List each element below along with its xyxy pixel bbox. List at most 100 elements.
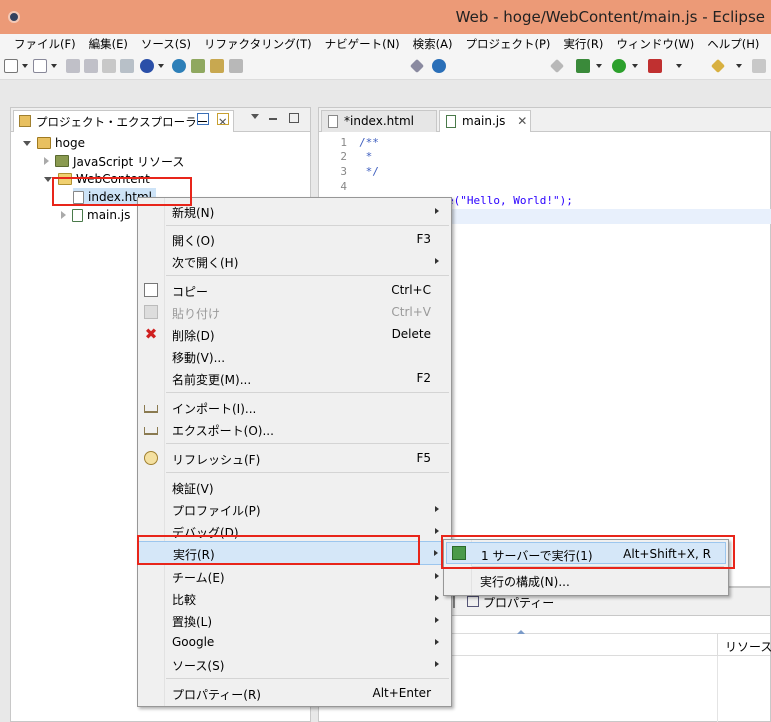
menu-navigate[interactable]: ナビゲート(N) xyxy=(325,36,400,52)
code-line[interactable]: e("Hello, World!"); xyxy=(447,194,573,209)
menu-item-copy[interactable]: コピー Ctrl+C xyxy=(138,279,451,301)
menu-item-properties[interactable]: プロパティー(R) Alt+Enter xyxy=(138,682,451,704)
menu-source[interactable]: ソース(S) xyxy=(141,36,191,52)
expand-arrow-icon[interactable] xyxy=(23,140,31,146)
tree-label: JavaScript リソース xyxy=(73,154,185,169)
gear-icon[interactable] xyxy=(191,59,205,73)
js-file-icon xyxy=(72,208,83,222)
editor-tab-bar: *index.html main.js ✕ xyxy=(319,108,771,132)
menu-item-source[interactable]: ソース(S) xyxy=(138,653,451,675)
html-file-icon xyxy=(328,115,338,128)
code-line[interactable]: 4 xyxy=(319,180,359,195)
current-line-highlight xyxy=(449,209,771,224)
server-dropdown-icon[interactable] xyxy=(158,64,164,68)
menu-file[interactable]: ファイル(F) xyxy=(14,36,76,52)
code-line[interactable]: 2 * xyxy=(319,150,372,165)
delete-icon: ✖ xyxy=(144,325,158,343)
eclipse-icon[interactable] xyxy=(8,11,20,23)
column-resource[interactable]: リソース xyxy=(725,638,771,655)
new-file-dropdown-icon[interactable] xyxy=(51,64,57,68)
tree-label: main.js xyxy=(87,208,131,222)
menu-item-compare[interactable]: 比較 xyxy=(138,587,451,609)
collapse-all-icon[interactable] xyxy=(197,113,209,125)
tab-index-html[interactable]: *index.html xyxy=(321,110,437,132)
menu-refactor[interactable]: リファクタリング(T) xyxy=(204,36,312,52)
menu-project[interactable]: プロジェクト(P) xyxy=(466,36,551,52)
save-all-icon[interactable] xyxy=(84,59,98,73)
new-file-icon[interactable] xyxy=(33,59,47,73)
menu-item-move[interactable]: 移動(V)... xyxy=(138,345,451,367)
submenu-arrow-icon xyxy=(435,639,439,645)
run-dropdown-icon[interactable] xyxy=(632,64,638,68)
submenu-arrow-icon xyxy=(435,573,439,579)
library-icon xyxy=(55,155,69,167)
code-line[interactable]: 1/** xyxy=(319,136,379,151)
menu-run[interactable]: 実行(R) xyxy=(563,36,603,52)
menu-bar: ファイル(F) 編集(E) ソース(S) リファクタリング(T) ナビゲート(N… xyxy=(0,34,771,54)
menu-item-profile[interactable]: プロファイル(P) xyxy=(138,498,451,520)
tree-item-hoge[interactable]: hoge xyxy=(23,134,85,152)
wizard-icon[interactable] xyxy=(210,59,224,73)
minimize-icon[interactable] xyxy=(269,118,277,120)
tab-main-js[interactable]: main.js ✕ xyxy=(439,110,531,132)
tree-item-main-js[interactable]: main.js xyxy=(61,206,130,224)
browser-icon[interactable] xyxy=(172,59,186,73)
menu-item-refresh[interactable]: リフレッシュ(F) F5 xyxy=(138,447,451,469)
highlight-box-run xyxy=(137,535,420,565)
menu-help[interactable]: ヘルプ(H) xyxy=(707,36,759,52)
debug-dropdown-icon[interactable] xyxy=(596,64,602,68)
submenu-arrow-icon xyxy=(435,661,439,667)
server-icon[interactable] xyxy=(140,59,154,73)
view-menu-icon[interactable] xyxy=(251,114,259,119)
link-editor-icon[interactable] xyxy=(217,113,229,125)
menu-item-google[interactable]: Google xyxy=(138,631,451,653)
menu-item-paste[interactable]: 貼り付け Ctrl+V xyxy=(138,301,451,323)
maximize-icon[interactable] xyxy=(289,113,299,123)
annotation-icon[interactable] xyxy=(549,58,565,74)
window-title: Web - hoge/WebContent/main.js - Eclipse xyxy=(455,8,765,26)
column-divider[interactable] xyxy=(717,634,718,656)
project-folder-icon xyxy=(37,137,51,149)
menu-edit[interactable]: 編集(E) xyxy=(89,36,128,52)
new-icon[interactable] xyxy=(4,59,18,73)
collapsed-arrow-icon[interactable] xyxy=(61,211,66,219)
next-annotation-icon[interactable] xyxy=(710,58,726,74)
menu-item-team[interactable]: チーム(E) xyxy=(138,565,451,587)
new-dropdown-icon[interactable] xyxy=(22,64,28,68)
menu-item-export[interactable]: エクスポート(O)... xyxy=(138,418,451,440)
save-icon[interactable] xyxy=(66,59,80,73)
search-icon[interactable] xyxy=(432,59,446,73)
submenu-arrow-icon xyxy=(435,208,439,214)
table-icon xyxy=(467,596,479,607)
menu-item-validate[interactable]: 検証(V) xyxy=(138,476,451,498)
menu-item-open-with[interactable]: 次で開く(H) xyxy=(138,250,451,272)
annotation-dropdown-icon[interactable] xyxy=(736,64,742,68)
external-dropdown-icon[interactable] xyxy=(676,64,682,68)
collapsed-arrow-icon[interactable] xyxy=(44,157,49,165)
open-type-icon[interactable] xyxy=(229,59,243,73)
bug-icon[interactable] xyxy=(576,59,590,73)
sort-arrow-icon[interactable] xyxy=(517,630,525,634)
menu-window[interactable]: ウィンドウ(W) xyxy=(616,36,694,52)
run-icon[interactable] xyxy=(612,59,626,73)
debug-pen-icon[interactable] xyxy=(409,58,425,74)
close-icon[interactable]: ✕ xyxy=(517,114,527,128)
context-menu: 新規(N) 開く(O) F3 次で開く(H) コピー Ctrl+C 貼り付け Ctrl… xyxy=(137,197,452,707)
menu-item-replace[interactable]: 置換(L) xyxy=(138,609,451,631)
submenu-arrow-icon xyxy=(435,528,439,534)
external-tools-icon[interactable] xyxy=(648,59,662,73)
menu-search[interactable]: 検索(A) xyxy=(413,36,453,52)
publish-icon[interactable] xyxy=(120,59,134,73)
menu-separator xyxy=(166,472,449,473)
menu-item-rename[interactable]: 名前変更(M)... F2 xyxy=(138,367,451,389)
print-icon[interactable] xyxy=(102,59,116,73)
toolbar-gap xyxy=(0,81,771,107)
menu-item-open[interactable]: 開く(O) F3 xyxy=(138,228,451,250)
back-icon[interactable] xyxy=(752,59,766,73)
tree-item-js-resources[interactable]: JavaScript リソース xyxy=(44,152,184,170)
code-line[interactable]: 3 */ xyxy=(319,165,379,180)
menu-item-import[interactable]: インポート(I)... xyxy=(138,396,451,418)
expand-arrow-icon[interactable] xyxy=(44,176,52,182)
menu-item-run-config[interactable]: 実行の構成(N)... xyxy=(446,569,726,591)
menu-item-delete[interactable]: ✖ 削除(D) Delete xyxy=(138,323,451,345)
